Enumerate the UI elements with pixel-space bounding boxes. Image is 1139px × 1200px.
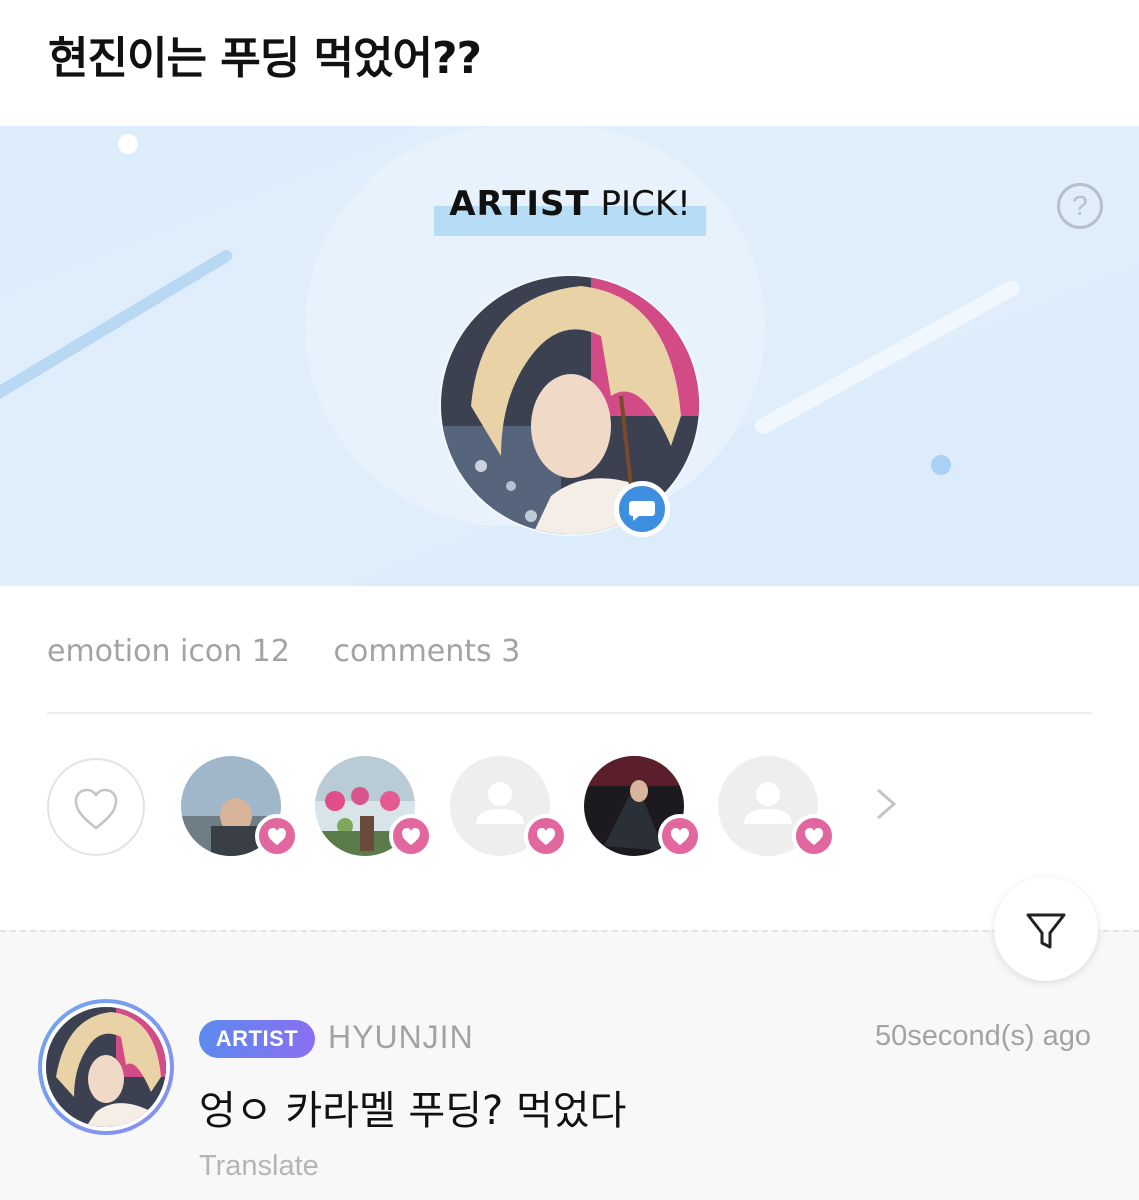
heart-icon <box>524 814 568 858</box>
banner-decoration <box>931 455 951 475</box>
reaction-user-avatar[interactable] <box>718 756 836 858</box>
comment-text: 엉ㅇ 카라멜 푸딩? 먹었다 <box>199 1088 627 1134</box>
artist-pick-heading: ARTIST PICK! <box>434 184 706 236</box>
heart-icon <box>792 814 836 858</box>
chevron-right-icon[interactable] <box>868 784 904 824</box>
artist-badge: ARTIST <box>199 1020 315 1058</box>
artist-pick-rest: PICK! <box>589 184 691 224</box>
chat-bubble-icon <box>614 481 670 537</box>
filter-icon <box>1026 913 1066 949</box>
divider <box>47 712 1092 714</box>
react-heart-button[interactable] <box>47 758 145 856</box>
heart-icon <box>389 814 433 858</box>
reaction-user-avatar[interactable] <box>584 756 702 858</box>
commenter-name[interactable]: HYUNJIN <box>328 1019 474 1056</box>
heart-icon <box>255 814 299 858</box>
reaction-user-avatar[interactable] <box>315 756 433 858</box>
artist-pick-banner: ARTIST PICK! ? <box>0 126 1139 586</box>
heart-icon <box>658 814 702 858</box>
help-icon[interactable]: ? <box>1057 183 1103 229</box>
post-stats: emotion icon 12 comments 3 <box>47 634 554 669</box>
emotion-count[interactable]: emotion icon 12 <box>47 634 290 669</box>
banner-decoration <box>118 134 138 154</box>
comment-count[interactable]: comments 3 <box>334 634 521 669</box>
filter-button[interactable] <box>994 877 1098 981</box>
translate-link[interactable]: Translate <box>199 1150 319 1183</box>
post-title: 현진이는 푸딩 먹었어?? <box>48 33 482 84</box>
comment-timestamp: 50second(s) ago <box>874 1020 1091 1052</box>
commenter-avatar[interactable] <box>38 999 174 1135</box>
artist-pick-bold: ARTIST <box>449 184 590 224</box>
reaction-user-avatar[interactable] <box>181 756 299 858</box>
reaction-user-avatar[interactable] <box>450 756 568 858</box>
heart-outline-icon <box>74 788 118 830</box>
